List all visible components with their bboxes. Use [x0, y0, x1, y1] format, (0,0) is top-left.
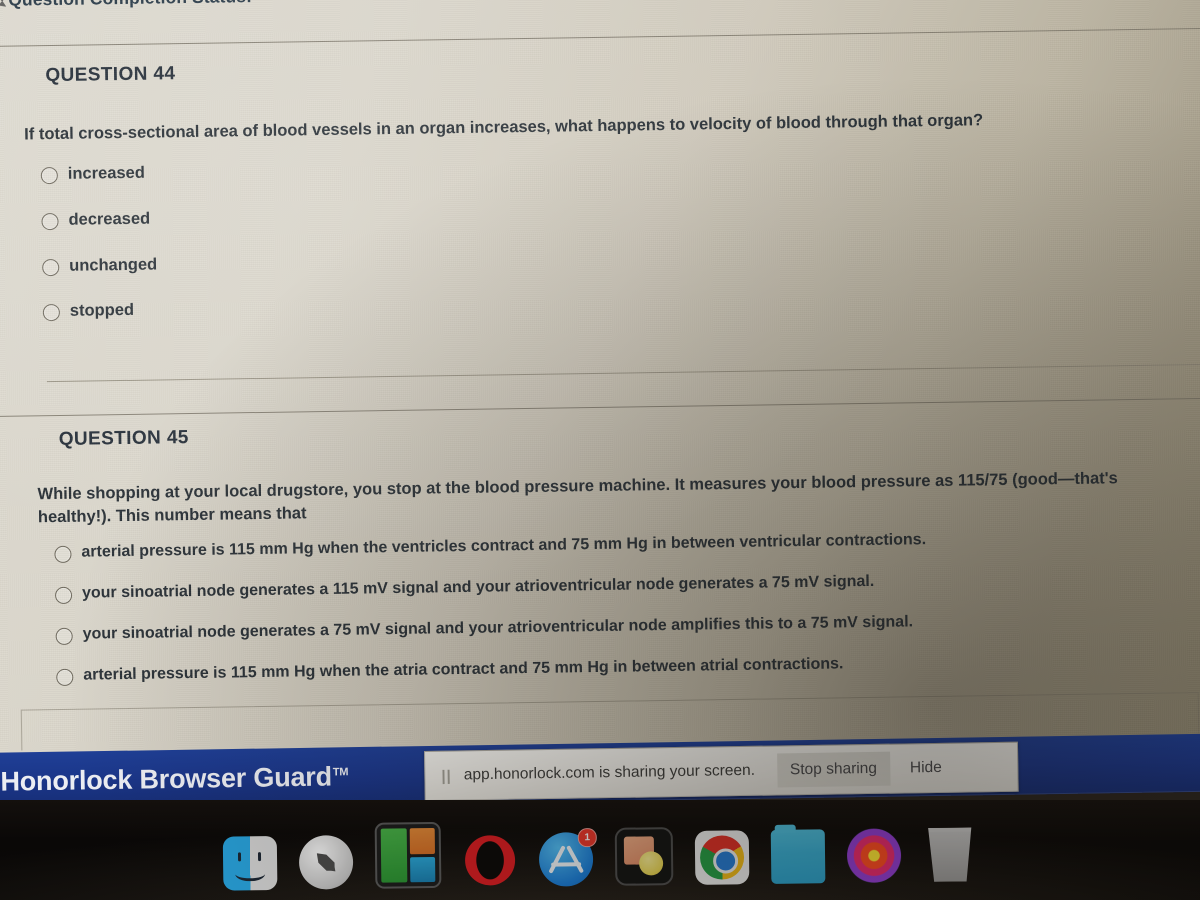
chrome-icon[interactable]: [694, 830, 750, 885]
question-45-option-1[interactable]: arterial pressure is 115 mm Hg when the …: [54, 531, 927, 564]
radio-button[interactable]: [41, 212, 59, 231]
finder-eye-right: [257, 852, 262, 862]
question-44-option-2[interactable]: decreased: [41, 210, 150, 231]
question-44-option-1[interactable]: increased: [40, 163, 145, 185]
opera-ring: [464, 835, 516, 886]
question-45-heading: QUESTION 45: [58, 427, 189, 450]
finder-face: [223, 836, 278, 891]
window-thumb: [380, 828, 407, 883]
honorlock-title: Honorlock Browser GuardTM: [0, 760, 349, 797]
photo-of-screen: Question Completion Status: QUESTION 44 …: [0, 0, 1200, 900]
quiz-screen: Question Completion Status: QUESTION 44 …: [0, 0, 1200, 774]
option-label: unchanged: [69, 255, 158, 275]
option-label: decreased: [68, 209, 151, 229]
radio-button[interactable]: [54, 586, 73, 605]
launchpad-icon[interactable]: [298, 835, 354, 890]
radio-button[interactable]: [42, 303, 61, 322]
option-label: increased: [67, 163, 145, 183]
question-45-option-3[interactable]: your sinoatrial node generates a 75 mV s…: [55, 613, 914, 646]
appstore-stroke: [551, 862, 582, 867]
preview-icon[interactable]: [614, 827, 674, 886]
question-45-option-4[interactable]: arterial pressure is 115 mm Hg when the …: [56, 655, 844, 687]
question-completion-status: Question Completion Status:: [0, 0, 252, 11]
radio-button[interactable]: [55, 627, 73, 646]
divider-top: [0, 27, 1200, 47]
divider-question-45-top: [0, 397, 1200, 417]
trash-lid: [927, 824, 973, 832]
appstore-stroke: [548, 845, 566, 874]
rocket-glyph: [308, 844, 345, 881]
option-label: arterial pressure is 115 mm Hg when the …: [83, 655, 844, 684]
macos-dock: 1: [222, 815, 978, 891]
divider-between-questions: [46, 364, 1200, 383]
question-44-option-4[interactable]: stopped: [42, 300, 135, 322]
app-store-icon[interactable]: 1: [538, 828, 597, 887]
quiz-page: Question Completion Status: QUESTION 44 …: [0, 0, 1200, 774]
question-44-text: If total cross-sectional area of blood v…: [24, 111, 984, 144]
pause-icon[interactable]: ||: [441, 767, 452, 784]
chrome-center: [712, 847, 738, 874]
folder-icon[interactable]: [770, 824, 826, 884]
question-45-text: While shopping at your local drugstore, …: [37, 469, 1118, 527]
question-45-option-2[interactable]: your sinoatrial node generates a 115 mV …: [54, 572, 875, 605]
folder-tab: [774, 824, 796, 833]
option-label: stopped: [69, 300, 135, 320]
trash-icon[interactable]: [923, 827, 978, 882]
finder-eye-left: [237, 852, 242, 862]
radio-button[interactable]: [54, 545, 72, 564]
radio-button[interactable]: [56, 668, 74, 687]
option-label: arterial pressure is 115 mm Hg when the …: [81, 531, 927, 561]
screen-share-message: app.honorlock.com is sharing your screen…: [463, 761, 756, 784]
screen-share-notification: || app.honorlock.com is sharing your scr…: [424, 741, 1019, 801]
mission-control-icon[interactable]: [374, 821, 442, 889]
preview-lens: [638, 851, 664, 876]
option-label: your sinoatrial node generates a 75 mV s…: [82, 613, 914, 643]
stop-sharing-button[interactable]: Stop sharing: [776, 751, 891, 788]
appstore-stroke: [566, 845, 585, 874]
finder-icon[interactable]: [222, 835, 278, 891]
window-thumb: [409, 828, 435, 854]
app-store-badge: 1: [577, 828, 597, 848]
photos-icon[interactable]: [846, 828, 902, 883]
radio-button[interactable]: [42, 258, 60, 277]
window-thumb: [409, 856, 436, 883]
status-label: Question Completion Status:: [8, 0, 252, 10]
status-marker-icon: [0, 0, 6, 7]
question-44-heading: QUESTION 44: [45, 63, 176, 87]
opera-icon[interactable]: [463, 833, 518, 888]
trademark-symbol: TM: [332, 765, 349, 778]
hide-button[interactable]: Hide: [910, 759, 942, 777]
radio-button[interactable]: [40, 166, 58, 185]
question-44-option-3[interactable]: unchanged: [42, 255, 158, 277]
option-label: your sinoatrial node generates a 115 mV …: [81, 572, 875, 602]
macos-dock-area: 1: [0, 800, 1200, 900]
